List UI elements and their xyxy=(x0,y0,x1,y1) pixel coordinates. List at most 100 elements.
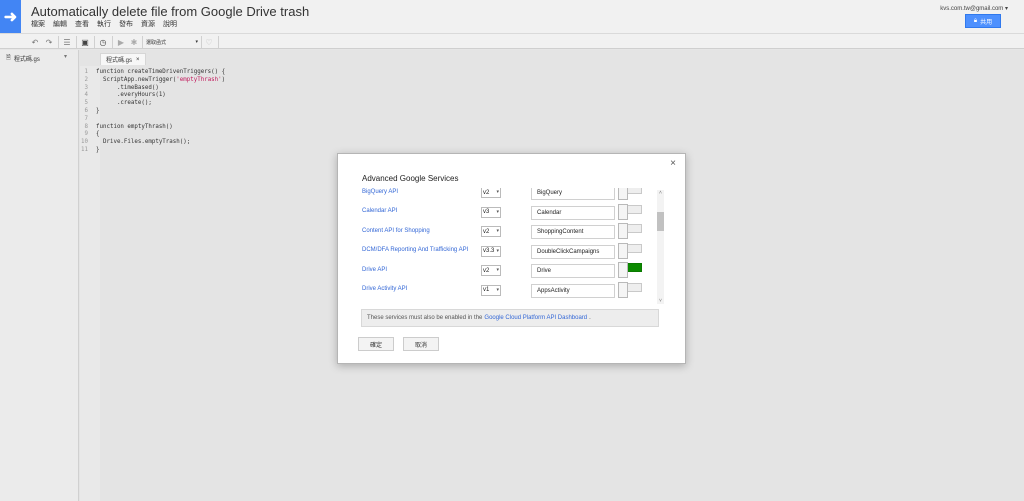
file-icon: 🗎 xyxy=(6,55,11,61)
toolbar-divider xyxy=(76,36,77,48)
menu-resources[interactable]: 資源 xyxy=(141,19,155,29)
line-number: 2 xyxy=(84,76,89,83)
service-name[interactable]: Drive API xyxy=(362,262,476,278)
service-name[interactable]: Content API for Shopping xyxy=(362,223,476,239)
services-list[interactable]: BigQuery API v2 ▾ BigQuery Calendar API v3 ▾ Ca… xyxy=(361,188,661,304)
sidebar-file-item[interactable]: 🗎 程式碼.gs xyxy=(6,53,40,63)
line-number: 6 xyxy=(84,107,89,114)
toggle-knob xyxy=(618,223,628,239)
toolbar-divider xyxy=(218,36,219,48)
chevron-down-icon[interactable]: ▾ xyxy=(64,53,67,60)
service-row: BigQuery API v2 ▾ BigQuery xyxy=(361,188,661,200)
service-toggle[interactable] xyxy=(618,281,644,298)
line-number: 7 xyxy=(84,115,89,122)
cancel-button[interactable]: 取消 xyxy=(403,337,439,351)
ok-button[interactable]: 確定 xyxy=(358,337,394,351)
service-toggle[interactable] xyxy=(618,262,644,278)
scrollbar-thumb[interactable] xyxy=(657,212,664,231)
chevron-down-icon: ▾ xyxy=(1004,6,1008,12)
service-row: Calendar API v3 ▾ Calendar xyxy=(361,203,661,220)
identifier-field[interactable]: DoubleClickCampaigns xyxy=(531,244,615,259)
line-number: 4 xyxy=(84,92,89,99)
identifier-field[interactable]: ShoppingContent xyxy=(531,225,615,239)
code-text: function createTimeDrivenTriggers() { xyxy=(96,69,226,75)
service-toggle[interactable] xyxy=(618,203,644,220)
version-value: v3.3 xyxy=(483,248,495,254)
line-number: 11 xyxy=(81,146,88,153)
code-text: .everyHours(1) xyxy=(96,92,166,99)
services-notice: These services must also be enabled in t… xyxy=(361,309,659,327)
code-line: 8 function emptyThrash() xyxy=(80,124,225,132)
notice-suffix: . xyxy=(589,315,591,321)
trigger-clock-icon[interactable]: ◷ xyxy=(98,36,108,48)
function-select-value: 選取函式 xyxy=(146,39,167,46)
code-editor[interactable]: 1 function createTimeDrivenTriggers() {2 … xyxy=(80,69,225,155)
close-icon[interactable]: × xyxy=(670,158,676,169)
code-line: 1 function createTimeDrivenTriggers() { xyxy=(80,69,226,77)
version-select[interactable]: v3.3 ▾ xyxy=(481,245,501,257)
undo-icon[interactable]: ↶ xyxy=(30,36,40,48)
service-name[interactable]: DCM/DFA Reporting And Trafficking API xyxy=(362,243,476,259)
indent-icon[interactable]: ☰ xyxy=(62,36,72,48)
code-line: 11} xyxy=(80,147,225,155)
chevron-down-icon: ▾ xyxy=(496,189,499,195)
app-header: ➜ Automatically delete file from Google … xyxy=(0,0,1024,34)
identifier-field[interactable]: AppsActivity xyxy=(531,283,615,298)
version-select[interactable]: v3 ▾ xyxy=(481,206,501,218)
api-dashboard-link[interactable]: Google Cloud Platform API Dashboard xyxy=(484,315,587,321)
menu-help[interactable]: 說明 xyxy=(163,19,177,29)
service-row: Content API for Shopping v2 ▾ ShoppingConte… xyxy=(361,223,661,239)
code-text: ) xyxy=(221,76,226,83)
version-select[interactable]: v2 ▾ xyxy=(481,188,501,198)
line-number: 1 xyxy=(84,69,89,75)
service-toggle[interactable] xyxy=(618,242,644,259)
service-toggle[interactable] xyxy=(618,188,644,200)
code-line: 9{ xyxy=(80,131,225,139)
menu-view[interactable]: 查看 xyxy=(75,19,89,29)
version-select[interactable]: v1 ▾ xyxy=(481,284,501,296)
debug-icon[interactable]: ✱ xyxy=(129,36,139,48)
menu-publish[interactable]: 發布 xyxy=(119,19,133,29)
chevron-down-icon: ▾ xyxy=(496,286,499,293)
code-line: 4 .everyHours(1) xyxy=(80,92,225,100)
version-select[interactable]: v2 ▾ xyxy=(481,265,501,276)
share-label: 共用 xyxy=(980,19,993,26)
identifier-field[interactable]: Calendar xyxy=(531,205,615,220)
editor-tab[interactable]: 程式碼.gs × xyxy=(100,53,146,65)
chevron-up-icon[interactable]: ˄ xyxy=(657,190,664,196)
lightbulb-icon[interactable]: ♡ xyxy=(204,36,214,48)
editor-tab-label: 程式碼.gs xyxy=(106,58,133,64)
arrow-right-icon[interactable]: ➜ xyxy=(0,0,21,34)
version-select[interactable]: v2 ▾ xyxy=(481,226,501,237)
services-scrollbar[interactable]: ˄ ˅ xyxy=(657,190,664,304)
code-text: .create(); xyxy=(96,100,152,107)
chevron-down-icon: ▾ xyxy=(496,267,499,273)
code-line: 2 ScriptApp.newTrigger('emptyThrash') xyxy=(80,76,226,85)
function-select[interactable]: 選取函式 ▾ xyxy=(146,37,198,47)
service-name[interactable]: Drive Activity API xyxy=(362,282,476,298)
save-icon[interactable]: ▣ xyxy=(80,36,90,48)
menu-edit[interactable]: 編輯 xyxy=(53,19,67,29)
chevron-down-icon: ▾ xyxy=(496,228,499,234)
file-sidebar: 🗎 程式碼.gs ▾ xyxy=(0,50,79,501)
account-menu[interactable]: kvs.com.tw@gmail.com ▾ xyxy=(940,5,1008,12)
code-line: 5 .create(); xyxy=(80,100,225,108)
close-icon[interactable]: × xyxy=(136,57,140,63)
service-toggle[interactable] xyxy=(618,223,644,239)
menu-run[interactable]: 執行 xyxy=(97,19,111,29)
project-title[interactable]: Automatically delete file from Google Dr… xyxy=(31,4,309,19)
run-icon[interactable]: ▶ xyxy=(116,36,126,48)
identifier-field[interactable]: Drive xyxy=(531,264,615,278)
redo-icon[interactable]: ↷ xyxy=(44,36,54,48)
advanced-services-dialog: × Advanced Google Services BigQuery API v… xyxy=(337,153,686,364)
code-line: 10 Drive.Files.emptyTrash(); xyxy=(80,139,225,147)
identifier-field[interactable]: BigQuery xyxy=(531,188,615,200)
service-name[interactable]: Calendar API xyxy=(362,204,476,220)
version-value: v2 xyxy=(483,228,490,235)
share-button[interactable]: 🔒︎ 共用 xyxy=(965,14,1001,28)
service-row: Drive API v2 ▾ Drive xyxy=(361,262,661,278)
service-name[interactable]: BigQuery API xyxy=(362,188,476,200)
chevron-down-icon: ▾ xyxy=(195,39,198,45)
menu-file[interactable]: 檔案 xyxy=(31,19,45,29)
chevron-down-icon[interactable]: ˅ xyxy=(657,298,664,304)
